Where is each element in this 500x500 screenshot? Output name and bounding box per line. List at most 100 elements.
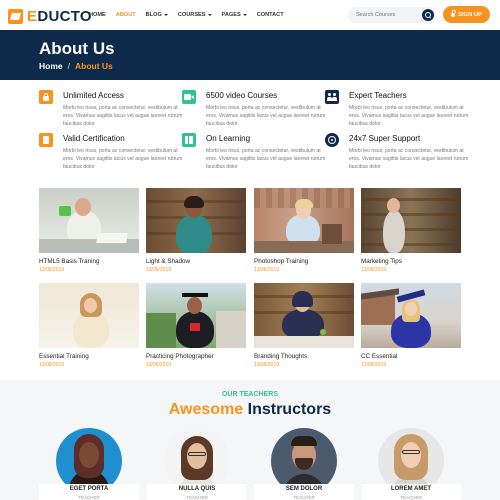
breadcrumb: Home / About Us [39,61,113,71]
course-thumbnail[interactable] [254,188,354,253]
logo-text-prefix: E [27,8,38,25]
course-title[interactable]: Essential Training [39,353,139,360]
signup-label: SIGN UP [458,11,482,18]
course-card[interactable]: Photoshop Training 13/06/2019 [254,188,354,273]
feature-description: Morbi leo risus, porta ac consectetur, v… [349,148,469,170]
feature-title: On Learning [206,134,251,143]
course-thumbnail[interactable] [361,283,461,348]
teachers-section: OUR TEACHERS Awesome Instructors EGET PO… [0,380,500,500]
section-eyebrow: OUR TEACHERS [221,391,278,398]
page-title: About Us [39,39,115,58]
nav-label: COURSES [177,12,206,18]
chevron-down-icon [163,14,168,16]
main-nav: HOME ABOUT BLOG COURSES PAGES CONTACT [89,12,294,18]
course-title[interactable]: Light & Shadow [146,258,246,265]
nav-label: HOME [89,12,106,18]
section-title-rest: Instructors [243,401,332,418]
course-card[interactable]: Essential Training 13/06/2019 [39,283,139,368]
section-title: Awesome Instructors [0,401,500,419]
course-date: 13/06/2019 [361,362,387,368]
feature-title: 24x7 Super Support [349,134,421,143]
course-title[interactable]: Branding Thoughts [254,353,354,360]
course-thumbnail[interactable] [39,188,139,253]
nav-label: PAGES [221,12,241,18]
nav-label: BLOG [145,12,162,18]
features-section: Unlimited Access Morbi leo risus, porta … [0,80,500,180]
course-date: 13/06/2019 [39,362,65,368]
feature-description: Morbi leo risus, porta ac consectetur, v… [349,105,469,127]
chevron-down-icon [242,14,247,16]
logo-mark-icon [8,9,23,24]
book-icon [182,133,196,147]
nav-item-pages[interactable]: PAGES [222,12,247,18]
lock-icon [451,10,456,17]
teacher-role: TEACHER [400,495,422,500]
course-card[interactable]: Marketing Tips 13/06/2019 [361,188,461,273]
course-title[interactable]: CC Essential [361,353,461,360]
teacher-card: EGET PORTA TEACHER [39,484,139,500]
nav-item-about[interactable]: ABOUT [116,12,136,18]
nav-item-courses[interactable]: COURSES [178,12,212,18]
nav-label: ABOUT [115,12,136,18]
feature-title: Expert Teachers [349,91,407,100]
search-icon[interactable] [422,9,434,21]
teacher-role: TEACHER [293,495,315,500]
course-title[interactable]: HTML5 Basis Traning [39,258,139,265]
teacher-card: LOREM AMET TEACHER [361,484,461,500]
course-date: 13/06/2019 [39,267,65,273]
feature-title: 6500 video Courses [206,91,278,100]
video-icon [182,90,196,104]
teacher-name[interactable]: EGET PORTA [39,486,139,492]
signup-button[interactable]: SIGN UP [443,6,490,23]
feature-description: Morbi leo risus, porta ac consectetur, v… [63,148,183,170]
teacher-name[interactable]: NULLA QUIS [147,486,247,492]
course-date: 13/06/2019 [146,267,172,273]
course-card[interactable]: CC Essential 13/06/2019 [361,283,461,368]
lifebuoy-icon [325,133,339,147]
course-card[interactable]: Branding Thoughts 13/06/2019 [254,283,354,368]
teacher-name[interactable]: SEM DOLOR [254,486,354,492]
breadcrumb-home-link[interactable]: Home [39,61,63,71]
course-card[interactable]: Practicing Photographer 13/06/2019 [146,283,246,368]
logo-text: EDUCTO [27,8,92,25]
course-date: 13/06/2019 [361,267,387,273]
course-thumbnail[interactable] [146,283,246,348]
top-navigation-bar: EDUCTO HOME ABOUT BLOG COURSES PAGES CON… [0,0,500,30]
course-thumbnail[interactable] [361,188,461,253]
breadcrumb-current: About Us [75,61,113,71]
feature-description: Morbi leo risus, porta ac consectetur, v… [63,105,183,127]
breadcrumb-separator: / [67,61,70,71]
teacher-name[interactable]: LOREM AMET [361,486,461,492]
course-title[interactable]: Marketing Tips [361,258,461,265]
logo-text-rest: DUCTO [37,8,92,25]
page-hero-banner: About Us Home / About Us [0,30,500,80]
site-logo[interactable]: EDUCTO [8,8,92,25]
course-date: 13/06/2019 [254,267,280,273]
feature-title: Unlimited Access [63,91,124,100]
lock-icon [39,90,53,104]
search-input[interactable] [356,11,414,19]
search-box [348,7,436,23]
nav-item-home[interactable]: HOME [89,12,106,18]
course-date: 13/06/2019 [254,362,280,368]
course-card[interactable]: HTML5 Basis Traning 13/06/2019 [39,188,139,273]
nav-label: CONTACT [256,12,284,18]
courses-grid: HTML5 Basis Traning 13/06/2019 Light & S… [0,180,500,380]
feature-description: Morbi leo risus, porta ac consectetur, v… [206,148,326,170]
teacher-card: NULLA QUIS TEACHER [147,484,247,500]
section-title-accent: Awesome [168,401,244,418]
course-thumbnail[interactable] [39,283,139,348]
feature-title: Valid Certification [63,134,125,143]
course-thumbnail[interactable] [146,188,246,253]
course-thumbnail[interactable] [254,283,354,348]
teacher-card: SEM DOLOR TEACHER [254,484,354,500]
course-card[interactable]: Light & Shadow 13/06/2019 [146,188,246,273]
course-title[interactable]: Practicing Photographer [146,353,246,360]
nav-item-blog[interactable]: BLOG [146,12,168,18]
nav-item-contact[interactable]: CONTACT [257,12,284,18]
chevron-down-icon [207,14,212,16]
document-icon [39,133,53,147]
course-date: 13/06/2019 [146,362,172,368]
feature-description: Morbi leo risus, porta ac consectetur, v… [206,105,326,127]
course-title[interactable]: Photoshop Training [254,258,354,265]
